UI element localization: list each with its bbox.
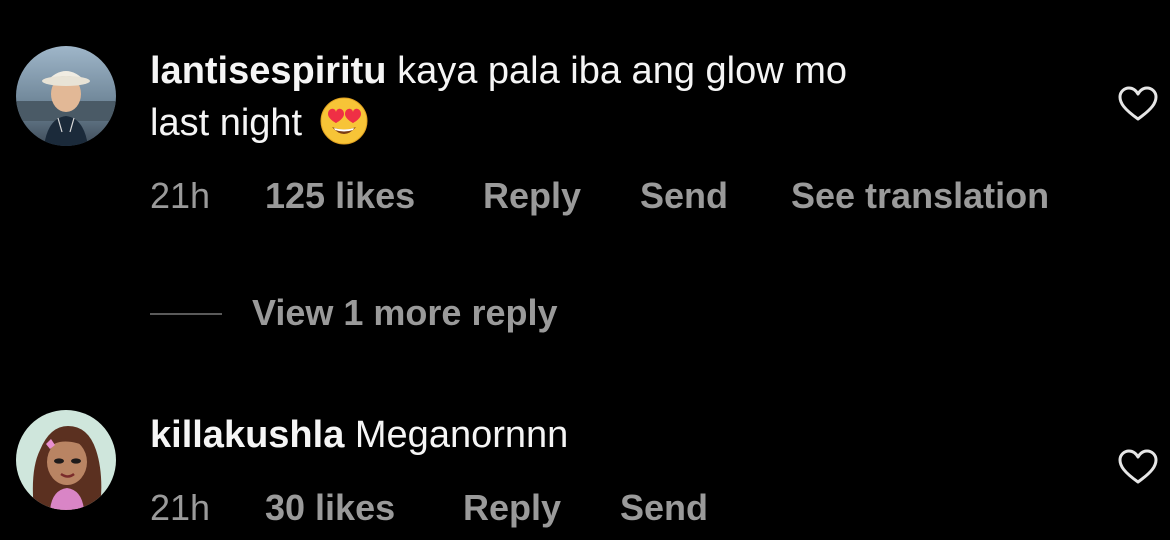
comment-timestamp: 21h <box>150 175 211 216</box>
see-translation-button[interactable]: See translation <box>791 174 1049 218</box>
send-button[interactable]: Send <box>620 486 708 530</box>
heart-eyes-emoji-icon <box>319 96 369 146</box>
avatar[interactable] <box>16 410 116 510</box>
like-heart-icon[interactable] <box>1118 86 1158 122</box>
view-more-replies-label[interactable]: View 1 more reply <box>252 290 558 336</box>
comment-username[interactable]: lantisespiritu <box>150 50 387 92</box>
likes-count[interactable]: 30 likes <box>265 486 395 530</box>
send-button[interactable]: Send <box>640 174 728 218</box>
comment-username[interactable]: killakushla <box>150 414 344 456</box>
comment-text: killakushla Meganornnn <box>150 410 1030 460</box>
reply-button[interactable]: Reply <box>463 486 561 530</box>
avatar[interactable] <box>16 46 116 146</box>
comment-body-continued: last night <box>150 102 303 144</box>
comment-body: Meganornnn <box>354 414 569 456</box>
comment-timestamp: 21h <box>150 487 211 528</box>
likes-count[interactable]: 125 likes <box>265 174 415 218</box>
comment-text: lantisespiritu kaya pala iba ang glow mo… <box>150 46 1030 148</box>
cartoon-avatar-icon <box>16 410 116 510</box>
avatar-photo-icon <box>16 46 116 146</box>
reply-button[interactable]: Reply <box>483 174 581 218</box>
divider-line <box>150 313 222 315</box>
comment-body: kaya pala iba ang glow mo <box>397 50 848 92</box>
like-heart-icon[interactable] <box>1118 449 1158 485</box>
